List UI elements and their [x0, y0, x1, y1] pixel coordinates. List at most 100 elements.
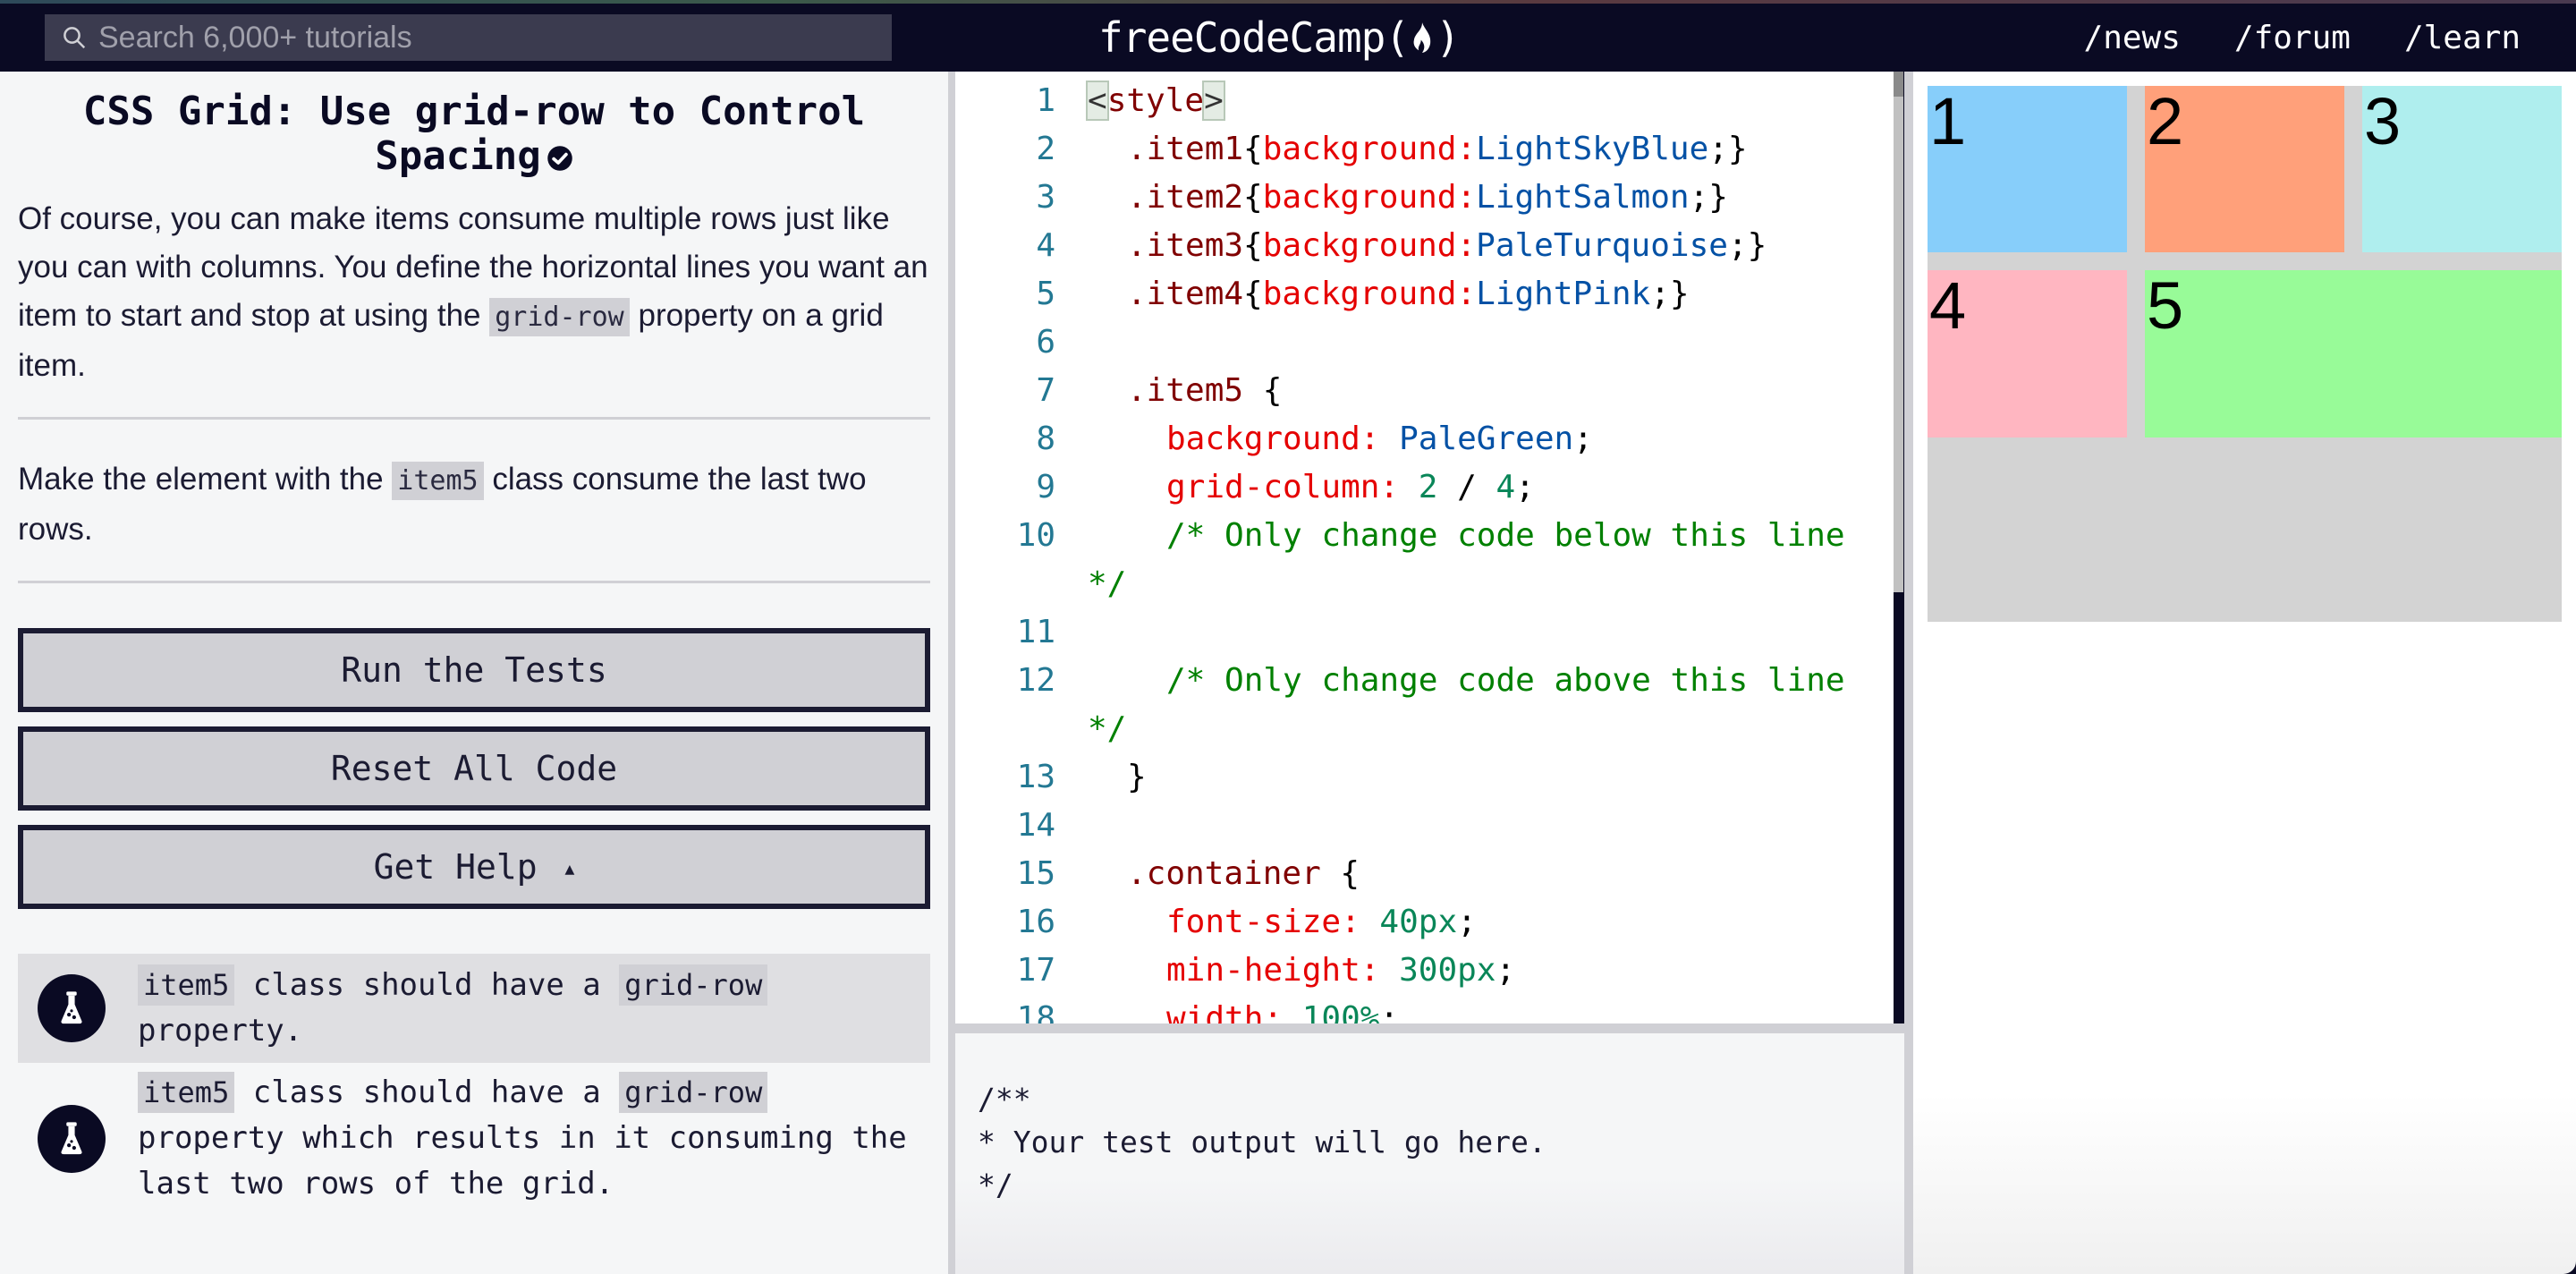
- code-lines[interactable]: 1 <style> 2 .item1{background:LightSkyBlue…: [955, 77, 1894, 1023]
- instructions-panel: CSS Grid: Use grid-row to Control Spacin…: [0, 72, 948, 1274]
- search-box[interactable]: [45, 14, 892, 61]
- code-token: {: [1243, 131, 1263, 167]
- editor-scrollbar-thumb[interactable]: [1894, 72, 1903, 97]
- logo-text: freeCodeCamp: [1098, 13, 1385, 62]
- test-code: item5: [138, 1072, 235, 1113]
- bracket-match: <: [1086, 81, 1109, 121]
- code-line: 14: [955, 802, 1894, 850]
- code-token: background:: [1262, 131, 1477, 167]
- code-line: 13}: [955, 753, 1894, 802]
- test-text-part: property which results in it consuming t…: [138, 1120, 907, 1202]
- code-token: 100%: [1283, 1000, 1380, 1023]
- freecodecamp-logo[interactable]: freeCodeCamp ( ): [1098, 11, 1461, 64]
- search-icon: [64, 27, 86, 49]
- line-number: 14: [1016, 807, 1055, 844]
- divider: [18, 417, 930, 420]
- code-token: .item2: [1127, 179, 1244, 216]
- line-number: 7: [1036, 372, 1055, 409]
- code-editor[interactable]: 1 <style> 2 .item1{background:LightSkyBlue…: [955, 72, 1894, 1023]
- line-number: 1: [1036, 82, 1055, 119]
- code-comment: */: [1088, 710, 1127, 747]
- code-token: .item5: [1127, 372, 1244, 409]
- panel-resizer-right[interactable]: [1904, 72, 1913, 1274]
- code-token: ;}: [1708, 131, 1748, 167]
- challenge-description: Of course, you can make items consume mu…: [18, 195, 930, 390]
- code-line: 4 .item3{background:PaleTurquoise;}: [955, 222, 1894, 270]
- code-token: LightSalmon: [1476, 179, 1690, 216]
- line-number: 11: [1016, 614, 1055, 650]
- test-text-part: class should have a: [234, 1074, 620, 1110]
- line-number: 17: [1016, 952, 1055, 989]
- code-line: 15 .container {: [955, 850, 1894, 898]
- grid-item-3: 3: [2362, 85, 2562, 253]
- get-help-label: Get Help: [373, 847, 538, 887]
- code-token: ;}: [1689, 179, 1728, 216]
- line-number: 5: [1036, 276, 1055, 312]
- code-line: 5 .item4{background:LightPink;}: [955, 270, 1894, 318]
- main-nav: /news /forum /learn: [2084, 14, 2521, 61]
- code-line: 2 .item1{background:LightSkyBlue;}: [955, 125, 1894, 174]
- code-line: 12 /* Only change code above this line: [955, 657, 1894, 705]
- grid-item-2: 2: [2145, 85, 2344, 253]
- instructions-text: Make the element with the: [18, 462, 393, 497]
- code-token: ;}: [1650, 276, 1690, 312]
- code-line: 17 min-height: 300px;: [955, 947, 1894, 995]
- inline-code-item5: item5: [392, 462, 484, 500]
- code-comment: */: [1088, 565, 1127, 602]
- line-number: 8: [1036, 420, 1055, 457]
- editor-scrollbar[interactable]: [1894, 72, 1903, 592]
- preview-pane: 1 2 3 4 5: [1913, 72, 2576, 1274]
- code-token: background:: [1262, 227, 1477, 264]
- test-item: item5 class should have a grid-row prope…: [18, 1063, 930, 1214]
- get-help-button[interactable]: Get Help ▲: [18, 825, 930, 909]
- line-number: 10: [1016, 517, 1055, 554]
- code-token: ;: [1457, 904, 1477, 940]
- search-input[interactable]: [98, 20, 868, 55]
- line-number: 9: [1036, 469, 1055, 505]
- code-token: PaleTurquoise: [1476, 227, 1728, 264]
- line-number: 13: [1016, 759, 1055, 795]
- logo-paren-open: (: [1385, 13, 1410, 62]
- code-token: 2: [1399, 469, 1438, 505]
- code-line: 7 .item5 {: [955, 367, 1894, 415]
- code-token: min-height:: [1166, 952, 1380, 989]
- panel-resizer-left[interactable]: [948, 72, 955, 1274]
- line-number: 15: [1016, 855, 1055, 892]
- nav-forum[interactable]: /forum: [2234, 20, 2351, 56]
- test-list: item5 class should have a grid-row prope…: [18, 954, 930, 1214]
- line-number: 6: [1036, 324, 1055, 361]
- code-token: ;: [1573, 420, 1593, 457]
- challenge-instructions: Make the element with the item5 class co…: [18, 455, 930, 554]
- code-line: 10 /* Only change code below this line: [955, 512, 1894, 560]
- code-token: .item3: [1127, 227, 1244, 264]
- code-token: {: [1243, 179, 1263, 216]
- test-code: grid-row: [619, 964, 768, 1006]
- code-line: 3 .item2{background:LightSalmon;}: [955, 174, 1894, 222]
- code-line: 8 background: PaleGreen;: [955, 415, 1894, 463]
- code-line: 1 <style>: [955, 77, 1894, 125]
- nav-learn[interactable]: /learn: [2404, 20, 2521, 56]
- test-item: item5 class should have a grid-row prope…: [18, 954, 930, 1063]
- reset-code-button[interactable]: Reset All Code: [18, 726, 930, 811]
- line-number: 3: [1036, 179, 1055, 216]
- editor-output-resizer[interactable]: [955, 1023, 1904, 1033]
- line-number: 4: [1036, 227, 1055, 264]
- inline-code-grid-row: grid-row: [489, 298, 630, 336]
- code-token: background:: [1262, 276, 1477, 312]
- code-line: 9 grid-column: 2 / 4;: [955, 463, 1894, 512]
- code-token: /: [1437, 469, 1496, 505]
- challenge-title: CSS Grid: Use grid-row to Control Spacin…: [18, 89, 930, 179]
- test-output-console: /** * Your test output will go here. */: [955, 1033, 1904, 1274]
- test-text-part: property.: [138, 1013, 303, 1049]
- grid-item-1: 1: [1928, 85, 2127, 253]
- code-token: grid-column:: [1166, 469, 1400, 505]
- nav-news[interactable]: /news: [2084, 20, 2181, 56]
- flame-icon: [1413, 22, 1431, 53]
- code-token: LightPink: [1476, 276, 1651, 312]
- code-token: 300px: [1379, 952, 1496, 989]
- code-token: }: [1127, 759, 1147, 795]
- test-text: item5 class should have a grid-row prope…: [138, 963, 930, 1054]
- run-tests-button[interactable]: Run the Tests: [18, 628, 930, 712]
- code-token: font-size:: [1166, 904, 1360, 940]
- code-token: {: [1243, 276, 1263, 312]
